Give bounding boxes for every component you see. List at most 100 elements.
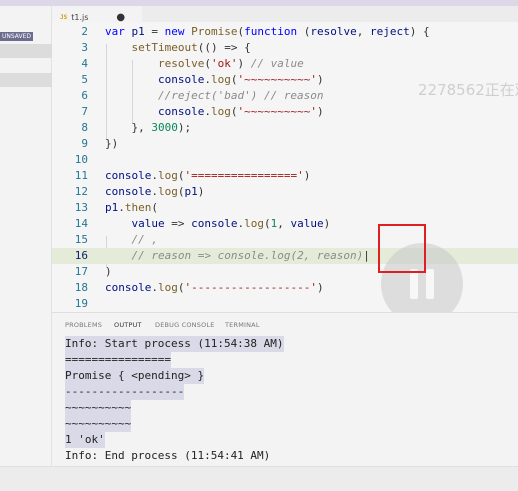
code-line[interactable]: 12 console.log(p1) xyxy=(52,184,518,200)
code-token: // reason => console.log(2, reason) xyxy=(131,249,364,262)
line-number: 5 xyxy=(81,73,88,86)
tab-label: t1.js xyxy=(71,12,89,22)
code-text: console.log(p1) xyxy=(105,184,204,200)
code-token: => xyxy=(164,217,192,230)
code-line[interactable]: 7 console.log('~~~~~~~~~~') xyxy=(52,104,518,120)
tab-terminal[interactable]: TERMINAL xyxy=(225,321,260,329)
line-number: 19 xyxy=(74,297,88,310)
output-line: ================ xyxy=(65,352,171,368)
code-token: new xyxy=(164,25,192,38)
sidebar-file-item[interactable] xyxy=(0,73,52,87)
code-token: resolve xyxy=(310,25,357,38)
code-token: then xyxy=(124,201,152,214)
code-text: console.log('------------------') xyxy=(105,280,324,296)
line-number: 7 xyxy=(81,105,88,118)
code-token: ) xyxy=(303,169,311,182)
pause-icon xyxy=(410,269,418,299)
code-token: resolve xyxy=(157,57,205,70)
code-line[interactable]: 2 var p1 = new Promise(function (resolve,… xyxy=(52,24,518,40)
highlight-box xyxy=(378,224,426,273)
tab-debug-console[interactable]: DEBUG CONSOLE xyxy=(155,321,215,329)
code-token: . xyxy=(151,169,158,182)
code-text: setTimeout(() => { xyxy=(105,40,251,56)
code-line[interactable]: 13 p1.then( xyxy=(52,200,518,216)
code-token: . xyxy=(151,185,158,198)
code-token: , xyxy=(356,25,370,38)
code-text: var p1 = new Promise(function (resolve, … xyxy=(105,24,430,40)
output-line: Info: End process (11:54:41 AM) xyxy=(65,449,271,462)
code-token: . xyxy=(204,105,211,118)
line-number: 17 xyxy=(74,265,88,278)
sidebar-file-item[interactable] xyxy=(0,44,52,58)
code-text: // , xyxy=(105,232,159,248)
line-number: 12 xyxy=(74,185,88,198)
code-line[interactable]: 14 value => console.log(1, value) xyxy=(52,216,518,232)
code-line[interactable]: 3 setTimeout(() => { xyxy=(52,40,518,56)
code-token: console xyxy=(191,217,238,230)
code-text: // reason => console.log(2, reason)| xyxy=(105,248,370,264)
code-token: . xyxy=(151,281,158,294)
code-line[interactable]: 4 resolve('ok') // value xyxy=(52,56,518,72)
code-token: ) xyxy=(316,105,324,118)
code-line[interactable]: 9}) xyxy=(52,136,518,152)
code-token: reject xyxy=(369,25,410,38)
code-token: //reject('bad') // reason xyxy=(157,89,324,102)
code-token: log xyxy=(244,217,264,230)
line-number: 6 xyxy=(81,89,88,102)
code-token: log xyxy=(210,105,231,118)
code-token: 'ok' xyxy=(210,57,238,70)
code-token: var xyxy=(105,25,132,38)
code-token: console xyxy=(157,73,205,86)
code-token: . xyxy=(204,73,211,86)
code-token: ) xyxy=(323,217,331,230)
code-token: '================' xyxy=(184,169,304,182)
code-token: log xyxy=(210,73,231,86)
code-token: '~~~~~~~~~~' xyxy=(237,73,317,86)
code-text: }, 3000); xyxy=(105,120,191,136)
code-text: value => console.log(1, value) xyxy=(105,216,331,232)
line-number: 2 xyxy=(81,25,88,38)
code-line[interactable]: 10 xyxy=(52,152,518,168)
line-number: 8 xyxy=(81,121,88,134)
code-token: ( xyxy=(151,201,158,214)
code-line[interactable]: 15 // , xyxy=(52,232,518,248)
watermark-text: 2278562正在观 xyxy=(418,81,518,99)
code-token: // value xyxy=(250,57,304,70)
code-token: ); xyxy=(177,121,192,134)
code-token: setTimeout xyxy=(131,41,198,54)
tab-output[interactable]: OUTPUT xyxy=(114,321,142,329)
line-number: 18 xyxy=(74,281,88,294)
code-token: value xyxy=(290,217,324,230)
line-number: 15 xyxy=(74,233,88,246)
line-number: 9 xyxy=(81,137,88,150)
line-number: 4 xyxy=(81,57,88,70)
code-token: , xyxy=(277,217,291,230)
code-token: ( xyxy=(263,217,271,230)
unsaved-dot-icon[interactable]: ● xyxy=(116,12,125,23)
code-text: resolve('ok') // value xyxy=(105,56,304,72)
code-token: console xyxy=(157,105,205,118)
output-line: Promise { <pending> } xyxy=(65,368,205,384)
line-number: 10 xyxy=(74,153,88,166)
line-number: 13 xyxy=(74,201,88,214)
code-token: = xyxy=(144,25,165,38)
code-token: ( xyxy=(297,25,311,38)
code-token: ) xyxy=(237,57,251,70)
tab-problems[interactable]: PROBLEMS xyxy=(65,321,102,329)
status-bar xyxy=(0,466,518,491)
line-number: 11 xyxy=(74,169,88,182)
code-token: value xyxy=(131,217,165,230)
code-token: }, xyxy=(105,121,152,134)
code-text: ) xyxy=(105,264,112,280)
code-token: log xyxy=(157,169,178,182)
code-line[interactable]: 11 console.log('================') xyxy=(52,168,518,184)
code-token: '------------------' xyxy=(184,281,317,294)
bottom-panel: PROBLEMS OUTPUT DEBUG CONSOLE TERMINAL I… xyxy=(52,312,518,466)
code-token: log xyxy=(157,281,178,294)
code-line[interactable]: 8 }, 3000); xyxy=(52,120,518,136)
